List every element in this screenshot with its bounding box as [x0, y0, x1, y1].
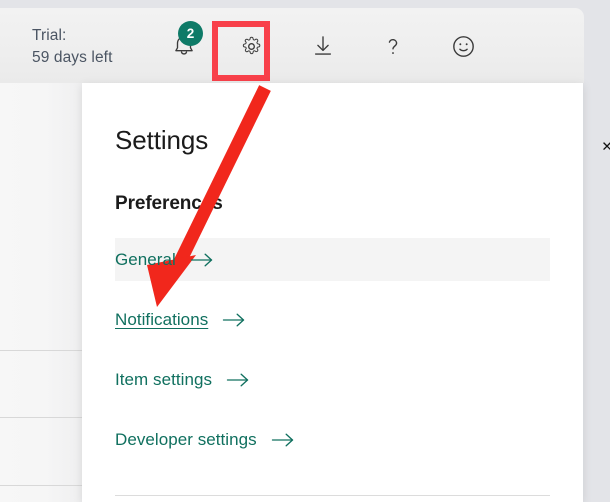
settings-flyout-panel: Settings ✕ Preferences General Notificat… [82, 83, 610, 502]
settings-link-label: Item settings [115, 369, 213, 389]
background-content-column [0, 83, 82, 502]
background-divider [0, 417, 82, 418]
preferences-section-heading: Preferences [115, 193, 223, 214]
notification-count-value: 2 [186, 25, 195, 41]
arrow-right-icon [271, 432, 295, 448]
help-question-icon[interactable] [375, 28, 411, 64]
trial-status: Trial: 59 days left [32, 25, 112, 69]
page-title: Settings [115, 125, 209, 155]
background-divider [0, 350, 82, 351]
close-icon[interactable]: ✕ [590, 130, 610, 164]
settings-link-label: Developer settings [115, 429, 257, 449]
settings-link-label: General [115, 249, 176, 269]
feedback-smiley-icon[interactable] [445, 28, 481, 64]
settings-link-developer-settings[interactable]: Developer settings [115, 418, 550, 461]
settings-link-label: Notifications [115, 309, 209, 329]
arrow-right-icon [222, 312, 246, 328]
preferences-link-list: General Notifications Item settings Deve… [82, 238, 583, 461]
arrow-right-icon [226, 372, 250, 388]
settings-gear-icon[interactable] [233, 28, 269, 64]
app-root: Trial: 59 days left 2 Settings ✕ Prefere… [0, 0, 610, 502]
settings-link-general[interactable]: General [115, 238, 550, 281]
notification-count-badge: 2 [178, 21, 203, 46]
background-divider [0, 485, 82, 486]
arrow-right-icon [190, 252, 214, 268]
trial-label: Trial: [32, 27, 67, 44]
row-hover-background [115, 238, 550, 281]
settings-link-notifications[interactable]: Notifications [115, 298, 550, 341]
settings-link-item-settings[interactable]: Item settings [115, 358, 550, 401]
panel-footer-divider [115, 495, 550, 496]
trial-days-remaining: 59 days left [32, 49, 113, 66]
download-icon[interactable] [305, 28, 341, 64]
top-command-bar: Trial: 59 days left 2 [0, 8, 584, 83]
